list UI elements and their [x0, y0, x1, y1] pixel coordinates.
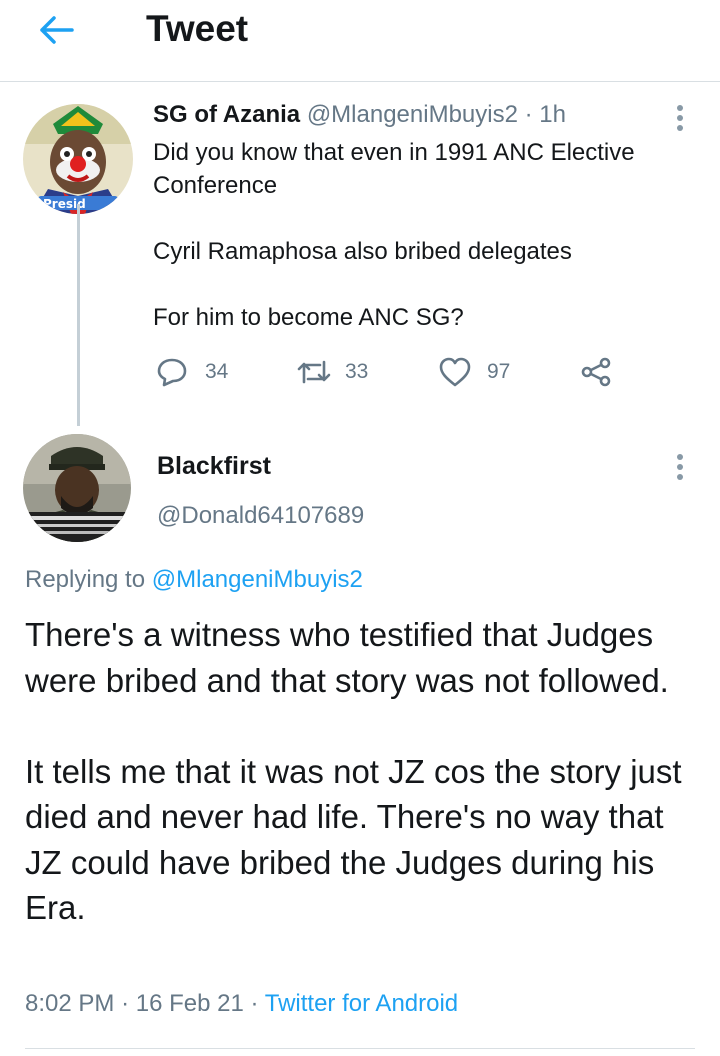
- avatar-blackfirst[interactable]: [23, 434, 131, 542]
- reply-author-name[interactable]: Blackfirst: [157, 452, 271, 481]
- heart-icon: [439, 357, 471, 387]
- reply-tweet-text: There's a witness who testified that Jud…: [25, 612, 705, 931]
- reply-count: 34: [205, 360, 229, 383]
- share-icon: [581, 357, 611, 387]
- comment-icon: [157, 358, 187, 387]
- retweet-count: 33: [345, 360, 369, 383]
- replying-to-line: Replying to @MlangeniMbuyis2: [25, 566, 363, 594]
- reply-tweet-paragraph-1: There's a witness who testified that Jud…: [25, 616, 669, 699]
- parent-tweet-text-para3: For him to become ANC SG?: [153, 304, 464, 331]
- top-app-bar: Tweet: [0, 0, 720, 82]
- retweet-icon: [297, 360, 331, 384]
- author-name[interactable]: SG of Azania: [153, 101, 300, 128]
- thread-connector-line: [77, 204, 80, 426]
- parent-tweet-more-button[interactable]: [670, 103, 690, 137]
- parent-tweet-text-para2: Cyril Ramaphosa also bribed delegates: [153, 238, 572, 265]
- arrow-left-icon: [40, 16, 74, 44]
- tweet-metadata: 8:02 PM · 16 Feb 21 · Twitter for Androi…: [25, 990, 458, 1018]
- bottom-divider: [25, 1048, 695, 1049]
- meta-separator-2: ·: [250, 990, 259, 1017]
- reply-tweet-more-button[interactable]: [670, 452, 690, 486]
- tweet-time[interactable]: 1h: [539, 101, 566, 128]
- parent-tweet-header: SG of Azania @MlangeniMbuyis2 · 1h: [153, 101, 566, 129]
- like-count: 97: [487, 360, 511, 383]
- replying-to-mention[interactable]: @MlangeniMbuyis2: [152, 566, 363, 593]
- author-handle[interactable]: @MlangeniMbuyis2: [307, 101, 518, 128]
- page-title: Tweet: [146, 8, 249, 49]
- meta-separator: ·: [121, 990, 130, 1017]
- tweet-date: 16 Feb 21: [135, 990, 244, 1017]
- tweet-source-link[interactable]: Twitter for Android: [265, 990, 458, 1017]
- replying-to-label: Replying to: [25, 566, 146, 593]
- parent-tweet-text-line1: Did you know that even in 1991 ANC Elect…: [153, 139, 635, 166]
- reply-author-handle[interactable]: @Donald64107689: [157, 502, 364, 530]
- tweet-timestamp: 8:02 PM: [25, 990, 115, 1017]
- separator-dot: ·: [524, 101, 533, 128]
- avatar-sg-of-azania[interactable]: Presid: [23, 104, 133, 214]
- parent-tweet-text-line2: Conference: [153, 172, 278, 199]
- reply-tweet-paragraph-2: It tells me that it was not JZ cos the s…: [25, 752, 682, 927]
- back-button[interactable]: [34, 10, 84, 50]
